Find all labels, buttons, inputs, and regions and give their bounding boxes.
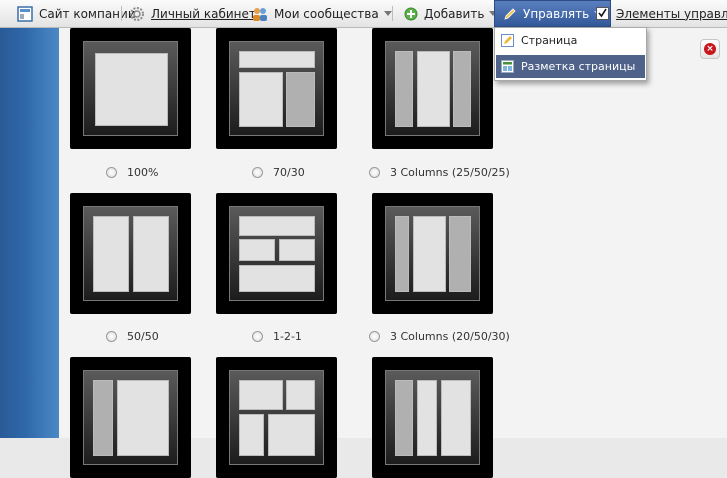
cabinet-label: Личный кабинет — [151, 6, 256, 21]
close-icon: × — [704, 43, 716, 55]
radio-button[interactable] — [252, 166, 263, 178]
site-icon — [17, 5, 33, 22]
page-edit-icon — [501, 34, 514, 47]
layout-thumb-50-50[interactable] — [70, 193, 191, 314]
layout-label: 100% — [127, 165, 159, 179]
layout-thumb-3col-20-50-30[interactable] — [372, 193, 493, 314]
layout-thumb[interactable] — [216, 357, 337, 478]
dockbar: Сайт компании Личный кабинет Мои сообщес… — [0, 0, 727, 28]
layout-option[interactable]: 70/30 — [252, 164, 305, 180]
radio-button[interactable] — [369, 330, 380, 342]
layout-label: 3 Columns (25/50/25) — [390, 165, 510, 179]
add-label: Добавить — [424, 6, 485, 21]
people-icon — [252, 6, 268, 22]
manage-menu[interactable]: Управлять — [494, 0, 612, 27]
layout-label: 70/30 — [273, 165, 305, 179]
layout-option[interactable]: 3 Columns (20/50/30) — [369, 328, 510, 344]
menu-item-page-layout[interactable]: Разметка страницы — [496, 55, 645, 78]
background-panel — [0, 28, 59, 438]
layout-option[interactable]: 50/50 — [106, 328, 159, 344]
add-menu[interactable]: Добавить — [404, 0, 498, 27]
layout-label: 50/50 — [127, 329, 159, 343]
layout-thumb[interactable] — [372, 357, 493, 478]
layout-thumb-100[interactable] — [70, 28, 191, 149]
radio-button[interactable] — [106, 166, 117, 178]
layout-option[interactable]: 3 Columns (25/50/25) — [369, 164, 510, 180]
layout-thumb-70-30[interactable] — [216, 28, 337, 149]
radio-button[interactable] — [369, 166, 380, 178]
layout-option[interactable]: 1-2-1 — [252, 328, 302, 344]
communities-menu[interactable]: Мои сообщества — [252, 0, 392, 27]
chevron-down-icon — [383, 11, 392, 16]
close-button[interactable]: × — [700, 39, 720, 59]
menu-item-label: Разметка страницы — [521, 60, 636, 73]
communities-label: Мои сообщества — [274, 6, 379, 21]
elements-label: Элементы управлени — [616, 6, 727, 21]
radio-button[interactable] — [252, 330, 263, 342]
pencil-icon — [503, 7, 517, 21]
radio-button[interactable] — [106, 330, 117, 342]
layout-icon — [501, 60, 514, 73]
layout-label: 3 Columns (20/50/30) — [390, 329, 510, 343]
layout-thumb[interactable] — [70, 357, 191, 478]
cabinet-link[interactable]: Личный кабинет — [129, 0, 256, 27]
manage-dropdown: Страница Разметка страницы — [494, 27, 647, 81]
checkbox-icon — [596, 7, 609, 20]
layout-selector: 100% 70/30 3 Columns (25/50/25) 50/50 1-… — [59, 28, 727, 478]
menu-item-page[interactable]: Страница — [496, 29, 645, 52]
add-icon — [404, 7, 418, 21]
layout-thumb-3col-25-50-25[interactable] — [372, 28, 493, 149]
gear-icon — [129, 6, 145, 22]
layout-thumb-1-2-1[interactable] — [216, 193, 337, 314]
layout-label: 1-2-1 — [273, 329, 302, 343]
menu-item-label: Страница — [521, 34, 578, 47]
layout-option[interactable]: 100% — [106, 164, 158, 180]
manage-label: Управлять — [523, 6, 590, 21]
toggle-controls[interactable]: Элементы управлени — [596, 0, 727, 27]
site-link[interactable]: Сайт компании — [17, 0, 136, 27]
